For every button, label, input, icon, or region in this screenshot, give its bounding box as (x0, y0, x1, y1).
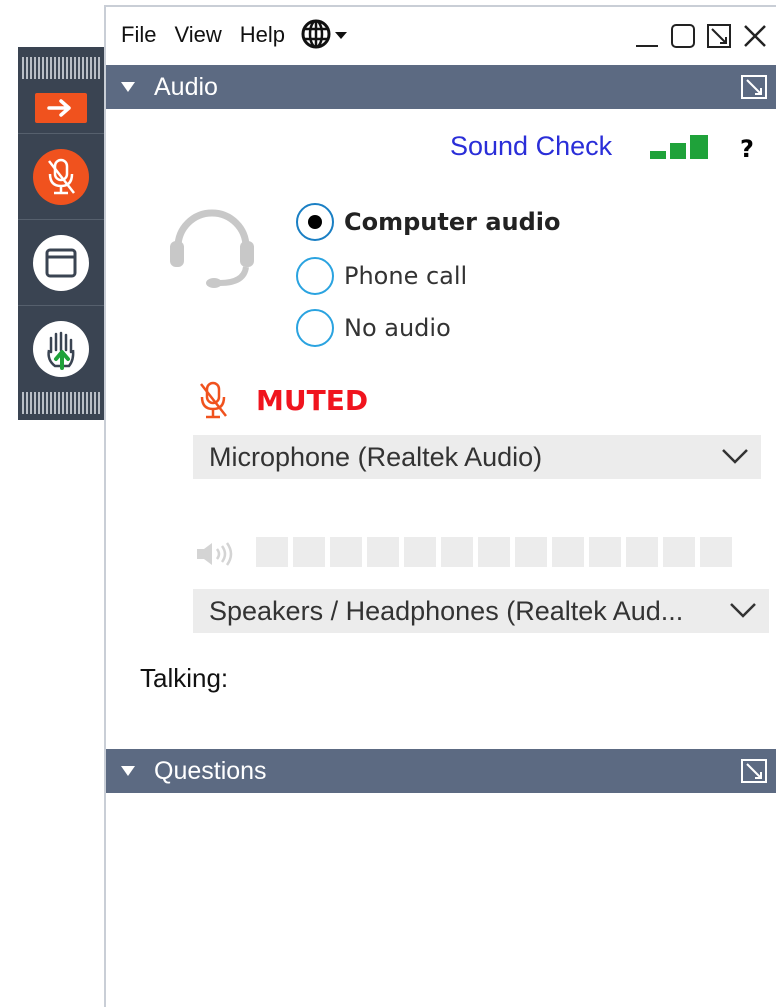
level-segment (663, 537, 695, 567)
popout-icon[interactable] (740, 758, 768, 784)
menu-bar: File View Help (106, 7, 776, 63)
drag-grip-bottom[interactable] (22, 392, 100, 414)
close-icon[interactable] (742, 23, 768, 49)
drag-grip-top[interactable] (22, 57, 100, 79)
radio-button[interactable] (296, 257, 334, 295)
window-icon (33, 234, 89, 291)
level-segment (515, 537, 547, 567)
menu-view[interactable]: View (165, 14, 230, 56)
radio-computer-audio[interactable]: Computer audio (296, 202, 561, 242)
level-segment (367, 537, 399, 567)
radio-phone-call[interactable]: Phone call (296, 256, 467, 296)
talking-label: Talking: (140, 663, 229, 693)
mute-toggle-button[interactable] (18, 133, 104, 219)
microphone-muted-icon (33, 148, 89, 205)
level-segment (700, 537, 732, 567)
minimize-icon[interactable] (634, 23, 660, 49)
microphone-select[interactable]: Microphone (Realtek Audio) (193, 435, 761, 479)
raise-hand-button[interactable] (18, 305, 104, 391)
radio-button[interactable] (296, 203, 334, 241)
level-segment (293, 537, 325, 567)
chevron-down-icon (722, 449, 748, 464)
questions-panel-header[interactable]: Questions (106, 749, 776, 793)
control-strip (18, 47, 104, 420)
collapse-triangle-icon (121, 82, 135, 92)
radio-label: Computer audio (344, 208, 561, 236)
sound-check-link[interactable]: Sound Check (450, 131, 612, 162)
level-segment (256, 537, 288, 567)
window-controls (634, 15, 768, 57)
questions-panel-title: Questions (154, 756, 267, 785)
arrow-right-icon (35, 93, 87, 123)
expand-panel-button[interactable] (18, 83, 104, 133)
speaker-select[interactable]: Speakers / Headphones (Realtek Aud... (193, 589, 769, 633)
muted-label: MUTED (256, 383, 369, 417)
audio-panel-header[interactable]: Audio (106, 65, 776, 109)
mute-status[interactable]: MUTED (194, 380, 368, 420)
radio-button[interactable] (296, 309, 334, 347)
level-segment (478, 537, 510, 567)
control-panel-window: File View Help Audio Sound Check ? Compu… (104, 5, 776, 1007)
level-segment (404, 537, 436, 567)
radio-no-audio[interactable]: No audio (296, 308, 451, 348)
level-segment (552, 537, 584, 567)
radio-label: No audio (344, 314, 451, 342)
collapse-triangle-icon (121, 766, 135, 776)
microphone-value: Microphone (Realtek Audio) (209, 441, 543, 472)
speaker-volume-icon (197, 542, 233, 566)
level-segment (330, 537, 362, 567)
menu-file[interactable]: File (112, 14, 165, 56)
raise-hand-icon (33, 320, 89, 377)
globe-icon (301, 19, 331, 49)
speaker-level-meter (256, 537, 732, 567)
level-segment (589, 537, 621, 567)
popout-icon[interactable] (740, 74, 768, 100)
language-menu[interactable] (300, 14, 348, 56)
maximize-icon[interactable] (670, 23, 696, 49)
headset-icon (170, 209, 254, 288)
signal-strength-icon (650, 135, 708, 159)
level-segment (626, 537, 658, 567)
audio-panel-title: Audio (154, 72, 218, 101)
caret-down-icon (335, 32, 347, 39)
popout-icon[interactable] (706, 23, 732, 49)
show-panel-button[interactable] (18, 219, 104, 305)
help-button[interactable]: ? (740, 135, 754, 163)
speaker-value: Speakers / Headphones (Realtek Aud... (209, 595, 684, 626)
level-segment (441, 537, 473, 567)
radio-label: Phone call (344, 262, 468, 290)
menu-help[interactable]: Help (231, 14, 294, 56)
microphone-muted-icon (200, 381, 227, 419)
chevron-down-icon (730, 603, 756, 618)
